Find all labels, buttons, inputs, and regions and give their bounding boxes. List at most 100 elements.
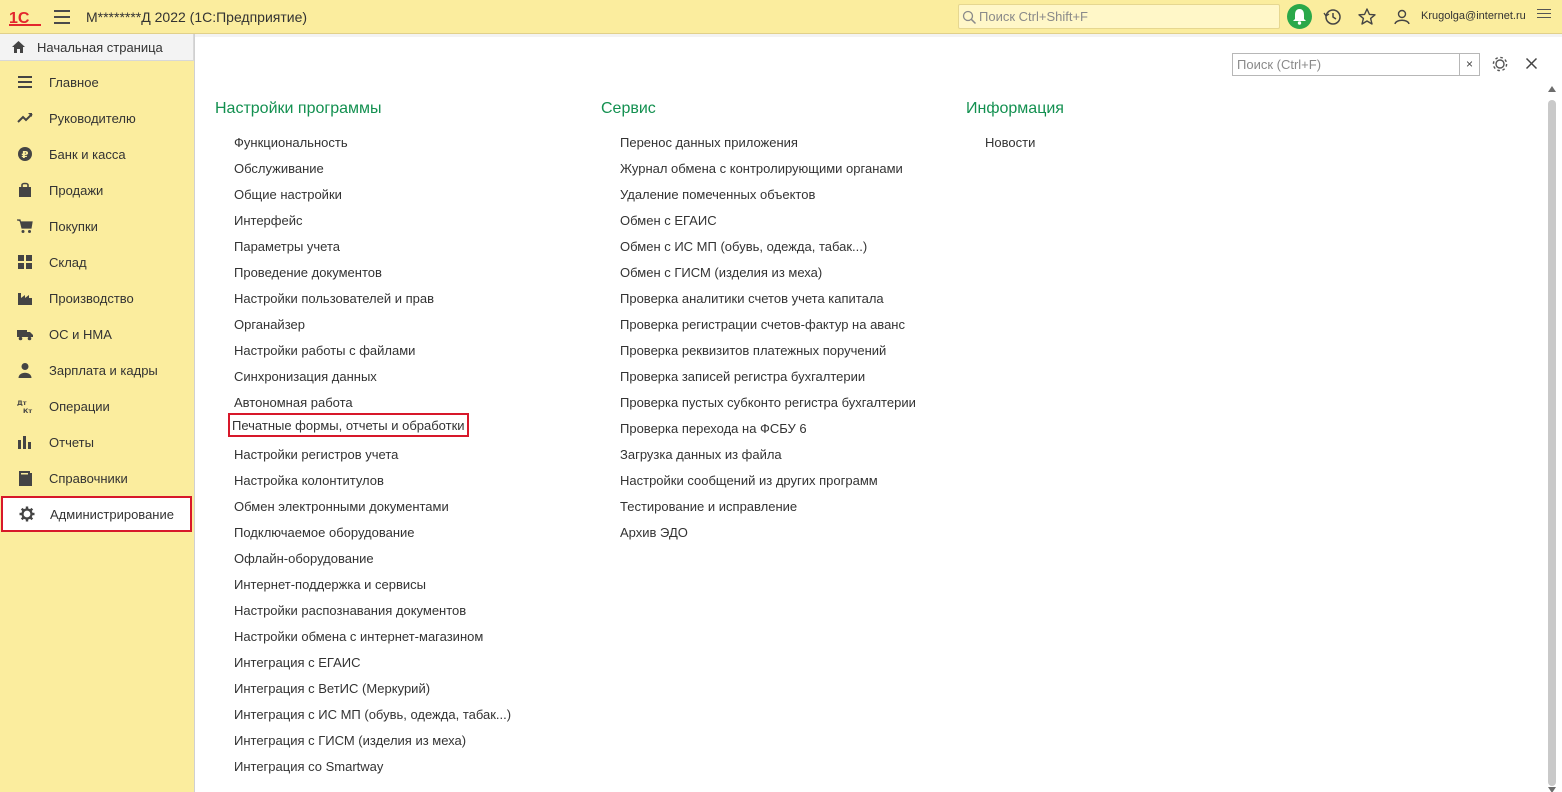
svg-text:₽: ₽ <box>22 150 29 161</box>
sidebar-item-fixed-assets[interactable]: ОС и НМА <box>0 316 194 352</box>
sidebar-item-label: ОС и НМА <box>49 327 112 342</box>
sidebar-item-manager[interactable]: Руководителю <box>0 100 194 136</box>
home-page-tab[interactable]: Начальная страница <box>0 34 194 61</box>
link-online-store-exchange[interactable]: Настройки обмена с интернет-магазином <box>234 629 483 644</box>
link-connected-equipment[interactable]: Подключаемое оборудование <box>234 525 415 540</box>
link-file-settings[interactable]: Настройки работы с файлами <box>234 343 415 358</box>
sidebar-item-label: Операции <box>49 399 110 414</box>
link-users-and-rights[interactable]: Настройки пользователей и прав <box>234 291 434 306</box>
svg-text:Кт: Кт <box>23 407 32 414</box>
person-icon <box>18 363 32 378</box>
sidebar-item-administration[interactable]: Администрирование <box>1 496 192 532</box>
search-clear-button[interactable]: × <box>1459 53 1480 76</box>
panel-header-strip <box>195 34 1562 37</box>
scroll-thumb[interactable] <box>1548 100 1556 786</box>
cart-icon <box>17 219 33 233</box>
link-register-settings[interactable]: Настройки регистров учета <box>234 447 398 462</box>
main-menu-icon[interactable] <box>54 10 70 24</box>
sidebar-item-label: Руководителю <box>49 111 136 126</box>
link-payment-order-check[interactable]: Проверка реквизитов платежных поручений <box>620 343 886 358</box>
link-functionality[interactable]: Функциональность <box>234 135 348 150</box>
sidebar-item-purchases[interactable]: Покупки <box>0 208 194 244</box>
sidebar-item-bank[interactable]: ₽ Банк и касса <box>0 136 194 172</box>
sidebar-item-label: Продажи <box>49 183 104 198</box>
link-vetis-integration[interactable]: Интеграция с ВетИС (Меркурий) <box>234 681 430 696</box>
link-empty-subconto-check[interactable]: Проверка пустых субконто регистра бухгал… <box>620 395 916 410</box>
notifications-button[interactable] <box>1287 4 1312 29</box>
link-gism-integration[interactable]: Интеграция с ГИСМ (изделия из меха) <box>234 733 466 748</box>
1c-logo-icon[interactable]: 1С <box>9 8 41 26</box>
sidebar-item-production[interactable]: Производство <box>0 280 194 316</box>
link-news[interactable]: Новости <box>985 135 1035 150</box>
vertical-scrollbar[interactable] <box>1546 86 1558 792</box>
shopping-bag-icon <box>19 182 31 197</box>
link-capital-accounts-check[interactable]: Проверка аналитики счетов учета капитала <box>620 291 884 306</box>
factory-icon <box>18 293 32 305</box>
sidebar-item-reports[interactable]: Отчеты <box>0 424 194 460</box>
settings-menu-icon[interactable] <box>1537 9 1551 23</box>
close-icon[interactable] <box>1525 57 1538 70</box>
link-egais-exchange[interactable]: Обмен с ЕГАИС <box>620 213 717 228</box>
scroll-up-arrow-icon[interactable] <box>1548 86 1556 92</box>
link-maintenance[interactable]: Обслуживание <box>234 161 324 176</box>
link-offline-equipment[interactable]: Офлайн-оборудование <box>234 551 374 566</box>
form-search-input[interactable] <box>1237 56 1457 73</box>
history-icon[interactable] <box>1323 7 1343 27</box>
user-icon[interactable] <box>1392 7 1412 27</box>
bar-chart-icon <box>18 436 31 449</box>
link-fsbu6-check[interactable]: Проверка перехода на ФСБУ 6 <box>620 421 807 436</box>
link-edo-archive[interactable]: Архив ЭДО <box>620 525 688 540</box>
truck-icon <box>17 330 33 341</box>
link-test-and-repair[interactable]: Тестирование и исправление <box>620 499 797 514</box>
logo-text: 1С <box>9 10 30 26</box>
form-search-box[interactable] <box>1232 53 1461 76</box>
sidebar-item-label: Склад <box>49 255 87 270</box>
sidebar-item-salary[interactable]: Зарплата и кадры <box>0 352 194 388</box>
favorites-star-icon[interactable] <box>1357 7 1377 27</box>
link-delete-marked-objects[interactable]: Удаление помеченных объектов <box>620 187 815 202</box>
link-data-sync[interactable]: Синхронизация данных <box>234 369 377 384</box>
book-icon <box>19 471 32 486</box>
form-settings-gear-icon[interactable] <box>1491 55 1509 73</box>
link-print-forms-reports[interactable]: Печатные формы, отчеты и обработки <box>228 413 469 437</box>
sidebar-item-operations[interactable]: Дт Кт Операции <box>0 388 194 424</box>
gear-icon <box>19 506 35 522</box>
sidebar-item-sales[interactable]: Продажи <box>0 172 194 208</box>
link-gism-exchange[interactable]: Обмен с ГИСМ (изделия из меха) <box>620 265 822 280</box>
link-document-recognition[interactable]: Настройки распознавания документов <box>234 603 466 618</box>
sidebar-item-warehouse[interactable]: Склад <box>0 244 194 280</box>
user-name[interactable]: Krugolga@internet.ru <box>1421 10 1526 22</box>
link-edi[interactable]: Обмен электронными документами <box>234 499 449 514</box>
link-app-data-transfer[interactable]: Перенос данных приложения <box>620 135 798 150</box>
link-organizer[interactable]: Органайзер <box>234 317 305 332</box>
app-title: М********Д 2022 (1С:Предприятие) <box>86 9 308 25</box>
link-document-posting[interactable]: Проведение документов <box>234 265 382 280</box>
link-message-settings[interactable]: Настройки сообщений из других программ <box>620 473 878 488</box>
link-egais-integration[interactable]: Интеграция с ЕГАИС <box>234 655 360 670</box>
scroll-down-arrow-icon[interactable] <box>1548 787 1556 792</box>
link-smartway-integration[interactable]: Интеграция со Smartway <box>234 759 383 774</box>
link-ismp-integration[interactable]: Интеграция с ИС МП (обувь, одежда, табак… <box>234 707 511 722</box>
link-internet-support[interactable]: Интернет-поддержка и сервисы <box>234 577 426 592</box>
section-title-info: Информация <box>966 100 1064 117</box>
global-search-input[interactable] <box>979 7 1275 26</box>
link-advance-invoice-check[interactable]: Проверка регистрации счетов-фактур на ав… <box>620 317 905 332</box>
link-ismp-exchange[interactable]: Обмен с ИС МП (обувь, одежда, табак...) <box>620 239 867 254</box>
link-header-footer[interactable]: Настройка колонтитулов <box>234 473 384 488</box>
global-search-box[interactable] <box>958 4 1280 29</box>
sidebar-item-directories[interactable]: Справочники <box>0 460 194 496</box>
link-load-from-file[interactable]: Загрузка данных из файла <box>620 447 782 462</box>
link-offline-work[interactable]: Автономная работа <box>234 395 353 410</box>
section-title-service: Сервис <box>601 100 656 117</box>
sidebar-item-label: Производство <box>49 291 134 306</box>
sidebar-item-label: Покупки <box>49 219 98 234</box>
link-interface[interactable]: Интерфейс <box>234 213 302 228</box>
sidebar-item-main[interactable]: Главное <box>0 64 194 100</box>
link-general-settings[interactable]: Общие настройки <box>234 187 342 202</box>
link-accounting-parameters[interactable]: Параметры учета <box>234 239 340 254</box>
ruble-coin-icon: ₽ <box>18 147 32 161</box>
svg-text:Дт: Дт <box>17 399 27 407</box>
link-regulatory-exchange-log[interactable]: Журнал обмена с контролирующими органами <box>620 161 903 176</box>
debit-credit-icon: ДтКт <box>17 399 32 414</box>
link-ledger-records-check[interactable]: Проверка записей регистра бухгалтерии <box>620 369 865 384</box>
